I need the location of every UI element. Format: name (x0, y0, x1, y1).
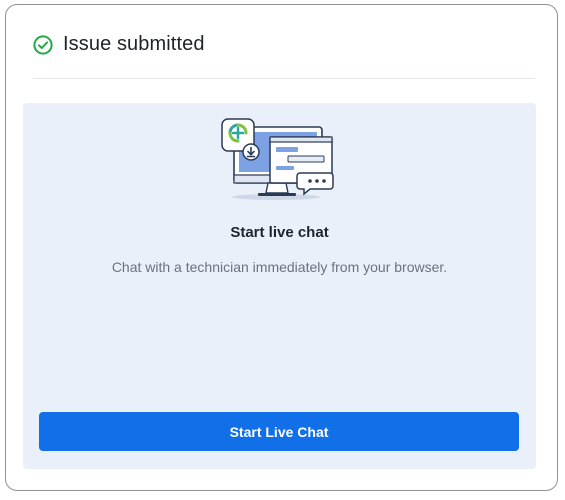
live-chat-illustration (218, 117, 338, 203)
live-chat-title: Start live chat (230, 224, 329, 241)
header-divider (33, 78, 535, 79)
live-chat-panel: Start live chat Chat with a technician i… (23, 103, 536, 469)
card-header: Issue submitted (33, 27, 535, 79)
page-title: Issue submitted (63, 32, 205, 55)
check-circle-icon (33, 35, 53, 55)
live-chat-description: Chat with a technician immediately from … (111, 259, 448, 275)
start-live-chat-button[interactable]: Start Live Chat (39, 412, 519, 451)
issue-submitted-card: Issue submitted Start live chat Chat wit… (5, 4, 558, 491)
